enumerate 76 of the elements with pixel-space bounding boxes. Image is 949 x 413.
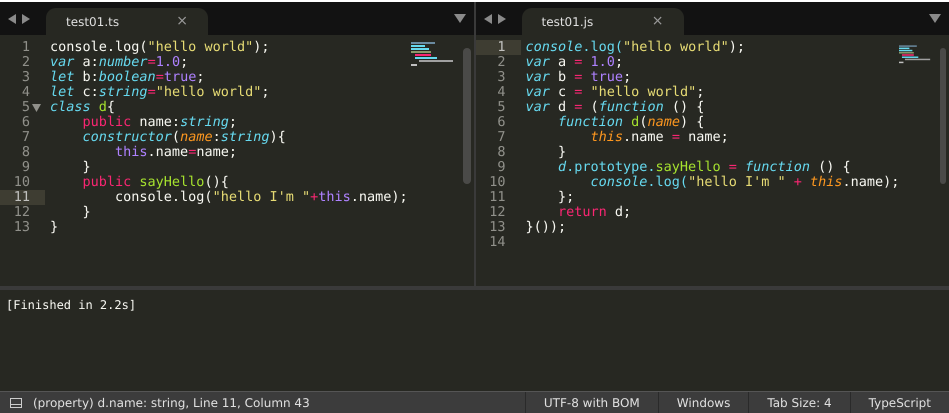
- status-item[interactable]: Tab Size: 4: [748, 392, 850, 413]
- line-number: 10: [488, 175, 506, 190]
- scrollbar[interactable]: [462, 48, 470, 184]
- line-number: 12: [488, 205, 506, 220]
- code-line: }: [82, 160, 91, 175]
- code-line: var a:number=1.0;: [49, 55, 188, 70]
- line-number: 5: [20, 100, 30, 115]
- status-message: (property) d.name: string, Line 11, Column 43: [33, 394, 310, 412]
- editor-tab[interactable]: test01.js ×: [522, 8, 684, 35]
- line-number: 3: [20, 70, 30, 85]
- code-line: this.name=name;: [114, 145, 237, 160]
- line-number: 2: [20, 55, 30, 70]
- code-line: }: [82, 205, 91, 220]
- right-arrow-icon[interactable]: [496, 14, 506, 24]
- line-number: 8: [496, 145, 506, 160]
- line-number: 11: [12, 190, 30, 205]
- code-line: var b = true;: [524, 70, 632, 85]
- left-arrow-icon[interactable]: [8, 14, 17, 24]
- build-output: [Finished in 2.2s]: [6, 298, 136, 312]
- line-number: 14: [488, 235, 506, 250]
- line-number: 7: [20, 130, 30, 145]
- code-line: }: [557, 145, 566, 160]
- code-line: public name:string;: [82, 115, 237, 130]
- code-line: constructor(name:string){: [82, 130, 286, 145]
- line-number: 1: [496, 40, 506, 55]
- line-number: 7: [496, 130, 506, 145]
- line-number: 3: [496, 70, 506, 85]
- line-number: 10: [12, 175, 30, 190]
- code-line: };: [557, 190, 574, 205]
- code-line: var c = "hello world";: [524, 85, 704, 100]
- scrollbar[interactable]: [940, 48, 946, 184]
- line-number: 9: [496, 160, 506, 175]
- status-item[interactable]: UTF-8 with BOM: [524, 392, 658, 413]
- tab-title: test01.ts: [66, 14, 120, 30]
- line-number: 5: [496, 100, 506, 115]
- right-arrow-icon[interactable]: [21, 14, 30, 24]
- minimap-drawing: [410, 42, 454, 68]
- code-line: let c:string="hello world";: [49, 85, 270, 100]
- line-number: 6: [496, 115, 506, 130]
- line-number: 13: [12, 220, 30, 235]
- code-line: console.log("hello world");: [49, 40, 270, 55]
- line-number: 4: [496, 85, 506, 100]
- code-line: class d{: [49, 100, 116, 115]
- code-line: public sayHello(){: [82, 175, 229, 190]
- code-line: let b:boolean=true;: [49, 70, 204, 85]
- close-button[interactable]: ×: [176, 11, 188, 32]
- code-line: console.log("hello I'm "+this.name);: [114, 190, 408, 205]
- code-line: console.log("hello world");: [524, 40, 745, 55]
- dropdown-icon[interactable]: [929, 14, 941, 23]
- code-line: d.prototype.sayHello = function () {: [557, 160, 851, 175]
- line-number: 1: [20, 40, 30, 55]
- code-line: }: [49, 220, 58, 235]
- tab-title: test01.js: [542, 14, 594, 30]
- line-number: 2: [496, 55, 506, 70]
- line-number: 4: [20, 85, 30, 100]
- left-arrow-icon[interactable]: [484, 14, 492, 24]
- line-number: 9: [20, 160, 30, 175]
- close-button[interactable]: ×: [652, 11, 664, 32]
- fold-arrow-icon[interactable]: [32, 104, 41, 112]
- line-number: 8: [20, 145, 30, 160]
- code-line: function d(name) {: [557, 115, 704, 130]
- dropdown-icon[interactable]: [454, 14, 466, 23]
- code-line: this.name = name;: [590, 130, 729, 145]
- panel-toggle-icon[interactable]: [10, 398, 22, 408]
- line-number: 13: [488, 220, 506, 235]
- code-line: var d = (function () {: [524, 100, 704, 115]
- line-number: 12: [12, 205, 30, 220]
- line-number: 11: [488, 190, 506, 205]
- status-item[interactable]: TypeScript: [850, 392, 949, 413]
- code-line: var a = 1.0;: [524, 55, 624, 70]
- editor-tab[interactable]: test01.ts ×: [46, 8, 208, 35]
- code-line: console.log("hello I'm " + this.name);: [590, 175, 900, 190]
- code-line: return d;: [557, 205, 632, 220]
- status-item[interactable]: Windows: [658, 392, 748, 413]
- code-line: }());: [524, 220, 566, 235]
- line-number: 6: [20, 115, 30, 130]
